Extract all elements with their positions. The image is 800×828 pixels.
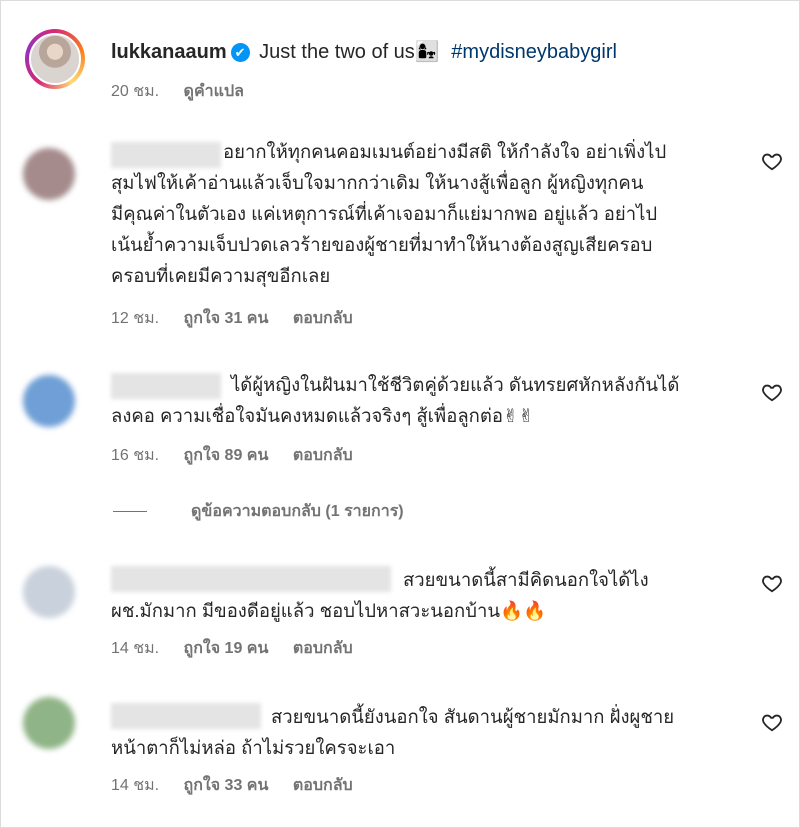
post-caption: lukkanaaum ✔ Just the two of us👩‍👧 #mydis… [111, 39, 617, 64]
divider-line [113, 511, 147, 513]
reply-button[interactable]: ตอบกลับ [293, 640, 353, 657]
reply-button[interactable]: ตอบกลับ [293, 447, 353, 464]
view-replies-button[interactable]: ดูข้อความตอบกลับ (1 รายการ) [113, 499, 404, 524]
verified-icon: ✔ [230, 43, 250, 62]
comment-text: สวยขนาดนี้ยังนอกใจ สันดานผู้ชายมักมาก ฝั… [111, 706, 675, 758]
comment-time: 16 ชม. [111, 447, 160, 464]
comment-time: 14 ชม. [111, 777, 160, 794]
comment-meta: 12 ชม. ถูกใจ 31 คน ตอบกลับ [111, 306, 373, 331]
likes-count[interactable]: ถูกใจ 89 คน [184, 447, 269, 464]
heart-icon[interactable] [761, 572, 783, 594]
post-header: lukkanaaum ✔ Just the two of us👩‍👧 #mydis… [23, 25, 783, 115]
mother-daughter-emoji: 👩‍👧 [414, 39, 440, 63]
avatar[interactable] [29, 33, 81, 85]
heart-icon[interactable] [761, 711, 783, 733]
comment-text: ได้ผู้หญิงในฝันมาใช้ชีวิตคู่ด้วยแล้ว ดัน… [111, 374, 680, 426]
view-replies-label: ดูข้อความตอบกลับ (1 รายการ) [191, 503, 404, 520]
post-time: 20 ชม. [111, 83, 160, 100]
avatar[interactable] [23, 566, 75, 618]
avatar[interactable] [23, 148, 75, 200]
heart-icon[interactable] [761, 150, 783, 172]
comment-meta: 14 ชม. ถูกใจ 19 คน ตอบกลับ [111, 636, 373, 661]
comment-text: อยากให้ทุกคนคอมเมนต์อย่างมีสติ ให้กำลังใ… [111, 141, 667, 286]
comment-meta: 16 ชม. ถูกใจ 89 คน ตอบกลับ [111, 443, 373, 468]
post-meta: 20 ชม. ดูคำแปล [111, 79, 244, 104]
hashtag-link[interactable]: #mydisneybabygirl [451, 41, 617, 63]
avatar[interactable] [23, 375, 75, 427]
comment-time: 14 ชม. [111, 640, 160, 657]
heart-icon[interactable] [761, 381, 783, 403]
reply-button[interactable]: ตอบกลับ [293, 777, 353, 794]
comment-time: 12 ชม. [111, 310, 160, 327]
comment-text: สวยขนาดนี้สามีคิดนอกใจได้ไง ผช.มักมาก มี… [111, 569, 649, 621]
translate-link[interactable]: ดูคำแปล [184, 83, 244, 100]
caption-text: Just the two of us [259, 41, 415, 63]
likes-count[interactable]: ถูกใจ 33 คน [184, 777, 269, 794]
story-ring[interactable] [25, 29, 85, 89]
reply-button[interactable]: ตอบกลับ [293, 310, 353, 327]
comment-meta: 14 ชม. ถูกใจ 33 คน ตอบกลับ [111, 773, 373, 798]
likes-count[interactable]: ถูกใจ 19 คน [184, 640, 269, 657]
likes-count[interactable]: ถูกใจ 31 คน [184, 310, 269, 327]
username-link[interactable]: lukkanaaum [111, 41, 227, 63]
avatar[interactable] [23, 697, 75, 749]
